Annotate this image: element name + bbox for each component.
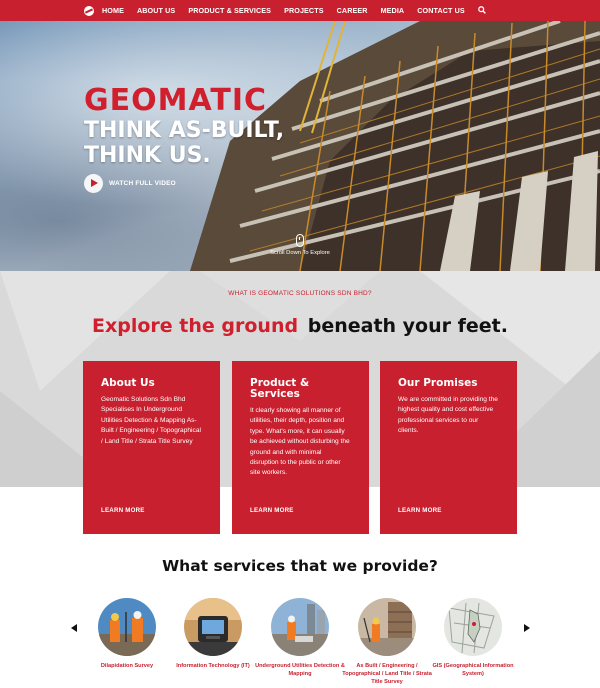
card-title: Our Promises [398, 377, 478, 389]
nav-item-career[interactable]: CAREER [337, 6, 368, 15]
service-dilapidation-survey[interactable]: Dilapidation Survey [82, 598, 172, 670]
service-as-built-survey[interactable]: As Built / Engineering / Topographical /… [342, 598, 432, 686]
hero-banner: GEOMATIC THINK AS-BUILT, THINK US. WATCH… [0, 21, 600, 271]
intro-title-rest: beneath your feet. [307, 315, 508, 337]
nav-item-projects[interactable]: PROJECTS [284, 6, 324, 15]
learn-more-link[interactable]: LEARN MORE [398, 507, 442, 514]
service-label: GIS (Geographical Information System) [432, 663, 514, 677]
search-icon[interactable] [477, 5, 486, 16]
service-photo [444, 598, 502, 656]
carousel-next-arrow-icon[interactable] [524, 624, 530, 634]
top-nav: HOME ABOUT US PRODUCT & SERVICES PROJECT… [0, 0, 600, 21]
hero-headline: THINK AS-BUILT, THINK US. [84, 118, 344, 168]
service-information-technology[interactable]: Information Technology (IT) [168, 598, 258, 670]
carousel-prev-arrow-icon[interactable] [71, 624, 77, 634]
watch-video-label: WATCH FULL VIDEO [109, 180, 176, 187]
learn-more-link[interactable]: LEARN MORE [101, 507, 145, 514]
logo-icon[interactable] [84, 5, 94, 16]
play-icon[interactable] [84, 174, 103, 193]
service-photo [184, 598, 242, 656]
learn-more-link[interactable]: LEARN MORE [250, 507, 294, 514]
mouse-icon [296, 234, 304, 247]
intro-eyebrow: WHAT IS GEOMATIC SOLUTIONS SDN BHD? [228, 290, 372, 297]
service-photo [98, 598, 156, 656]
service-label: Information Technology (IT) [176, 663, 250, 669]
service-label: Dilapidation Survey [100, 663, 154, 669]
scroll-label: Scroll Down To Explore [270, 250, 330, 256]
card-title: Product & Services [250, 377, 310, 400]
service-underground-utilities[interactable]: Underground Utilities Detection & Mappin… [255, 598, 345, 678]
service-photo [271, 598, 329, 656]
service-label: Underground Utilities Detection & Mappin… [255, 663, 345, 677]
services-title: What services that we provide? [162, 557, 438, 575]
card-our-promises: Our Promises We are committed in providi… [380, 361, 517, 534]
nav-item-media[interactable]: MEDIA [381, 6, 405, 15]
card-body: It clearly showing all manner of utiliti… [250, 407, 350, 477]
intro-title: Explore the ground beneath your feet. [0, 315, 600, 337]
card-product-services: Product & Services It clearly showing al… [232, 361, 369, 534]
nav-item-home[interactable]: HOME [102, 6, 124, 15]
card-body: Geomatic Solutions Sdn Bhd Specialises I… [101, 396, 201, 445]
service-photo [358, 598, 416, 656]
card-title: About Us [101, 377, 155, 389]
service-gis[interactable]: GIS (Geographical Information System) [428, 598, 518, 678]
card-about-us: About Us Geomatic Solutions Sdn Bhd Spec… [83, 361, 220, 534]
intro-title-highlight: Explore the ground [92, 315, 299, 337]
card-body: We are committed in providing the highes… [398, 396, 498, 435]
nav-item-about-us[interactable]: ABOUT US [137, 6, 175, 15]
headline-line-2: THINK US. [84, 143, 211, 168]
service-label: As Built / Engineering / Topographical /… [342, 663, 432, 685]
headline-line-1: THINK AS-BUILT, [84, 118, 285, 143]
brand-logo-text: GEOMATIC [84, 83, 268, 118]
nav-item-product-services[interactable]: PRODUCT & SERVICES [188, 6, 271, 15]
watch-video-button[interactable]: WATCH FULL VIDEO [84, 174, 176, 193]
nav-item-contact-us[interactable]: CONTACT US [417, 6, 465, 15]
scroll-down-cue[interactable]: Scroll Down To Explore [262, 234, 338, 256]
